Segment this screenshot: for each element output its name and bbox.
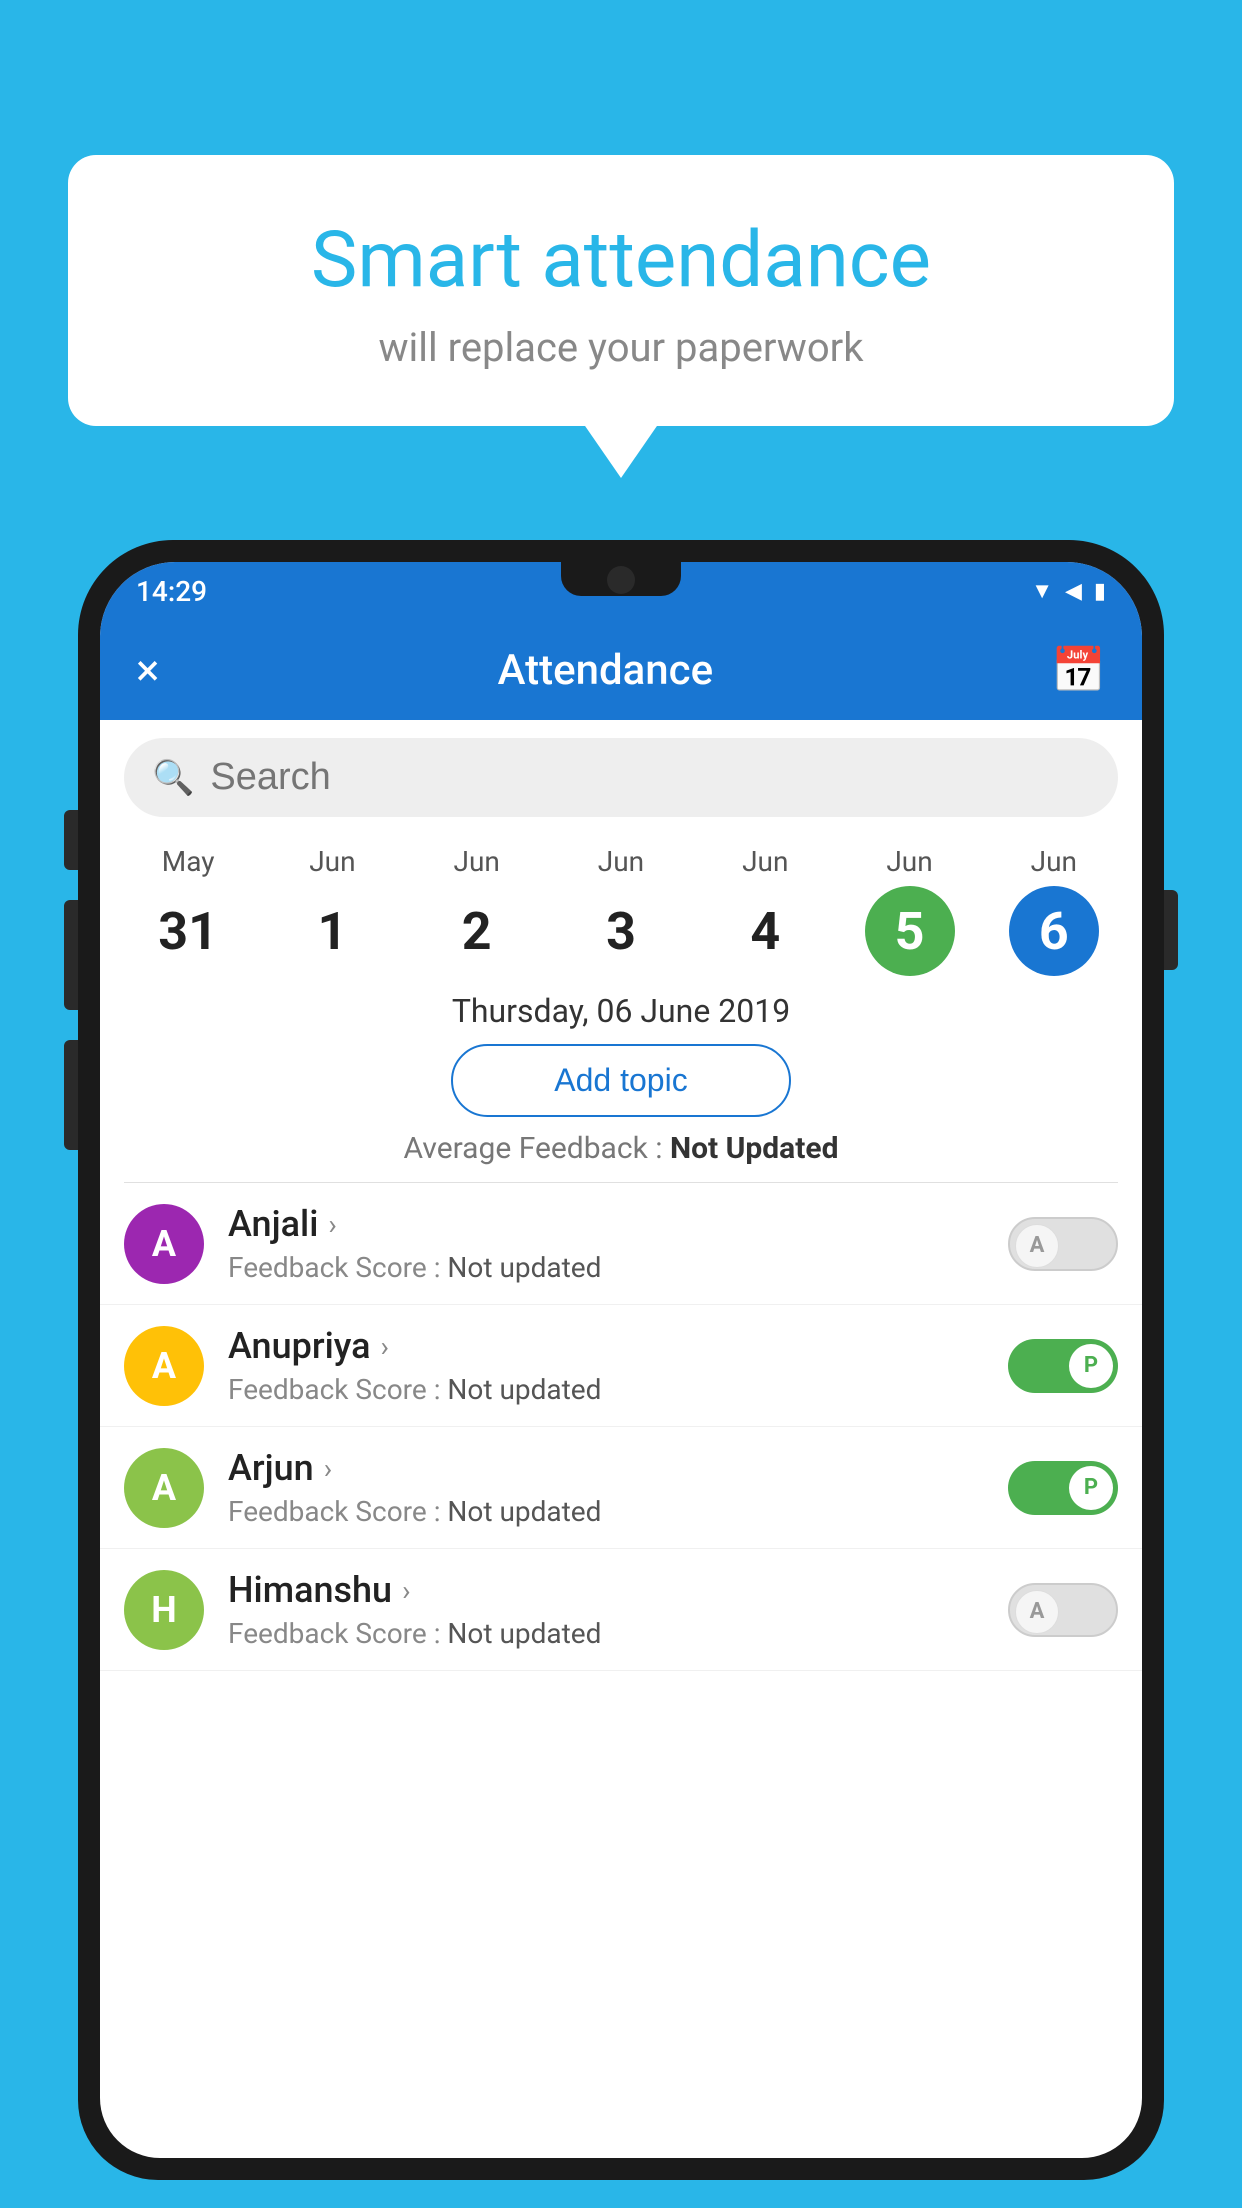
cal-month-label: Jun — [422, 845, 532, 878]
student-name: Himanshu — [228, 1569, 392, 1611]
calendar-day[interactable]: Jun 1 — [277, 845, 387, 976]
status-time: 14:29 — [136, 575, 207, 608]
cal-month-label: May — [133, 845, 243, 878]
cal-month-label: Jun — [999, 845, 1109, 878]
volume-silent-button — [64, 810, 78, 870]
app-bar: × Attendance 📅 — [100, 620, 1142, 720]
speech-title: Smart attendance — [118, 215, 1124, 306]
speech-bubble-container: Smart attendance will replace your paper… — [68, 155, 1174, 426]
chevron-right-icon: › — [381, 1330, 389, 1363]
cal-date-number: 5 — [865, 886, 955, 976]
close-icon[interactable]: × — [136, 644, 159, 696]
student-item[interactable]: AAnjali›Feedback Score : Not updatedA — [100, 1183, 1142, 1305]
feedback-score: Feedback Score : Not updated — [228, 1617, 1008, 1650]
attendance-toggle[interactable]: A — [1008, 1583, 1118, 1637]
average-feedback: Average Feedback : Not Updated — [100, 1131, 1142, 1166]
phone-screen: 14:29 ▼ ◀ ▮ × Attendance 📅 🔍 May31Jun1Ju… — [100, 562, 1142, 2158]
volume-up-button — [64, 900, 78, 1010]
chevron-right-icon: › — [402, 1574, 410, 1607]
student-info: Anupriya › Feedback Score : Not updated — [228, 1325, 1008, 1406]
toggle-knob: P — [1069, 1466, 1113, 1510]
calendar-day[interactable]: Jun 6 — [999, 845, 1109, 976]
student-item[interactable]: H Himanshu › Feedback Score : Not updatedA — [100, 1549, 1142, 1671]
attendance-toggle[interactable]: P — [1008, 1461, 1118, 1515]
student-name: Anjali — [228, 1203, 318, 1245]
calendar-icon[interactable]: 📅 — [1051, 644, 1106, 696]
avg-feedback-value: Not Updated — [670, 1131, 839, 1166]
student-item[interactable]: A Anupriya › Feedback Score : Not updated P — [100, 1305, 1142, 1427]
chevron-right-icon: › — [328, 1208, 336, 1241]
student-avatar: A — [124, 1204, 204, 1284]
toggle-knob: A — [1015, 1590, 1059, 1634]
cal-month-label: Jun — [566, 845, 676, 878]
volume-down-button — [64, 1040, 78, 1150]
cal-month-label: Jun — [277, 845, 387, 878]
cal-date-number: 31 — [143, 886, 233, 976]
cal-month-label: Jun — [855, 845, 965, 878]
student-info: Anjali › Feedback Score : Not updated — [228, 1203, 1008, 1284]
phone-camera — [607, 566, 635, 594]
avg-feedback-label: Average Feedback : — [404, 1131, 670, 1166]
search-bar[interactable]: 🔍 — [124, 738, 1118, 817]
cal-date-number: 6 — [1009, 886, 1099, 976]
wifi-icon: ▼ — [1031, 578, 1053, 604]
student-avatar: H — [124, 1570, 204, 1650]
phone-mockup: 14:29 ▼ ◀ ▮ × Attendance 📅 🔍 May31Jun1Ju… — [78, 540, 1164, 2208]
student-item[interactable]: A Arjun › Feedback Score : Not updated P — [100, 1427, 1142, 1549]
speech-bubble: Smart attendance will replace your paper… — [68, 155, 1174, 426]
cal-date-number: 2 — [432, 886, 522, 976]
student-list: AAnjali›Feedback Score : Not updatedAAAn… — [100, 1183, 1142, 1671]
attendance-toggle[interactable]: P — [1008, 1339, 1118, 1393]
search-icon: 🔍 — [152, 758, 194, 798]
feedback-score: Feedback Score : Not updated — [228, 1495, 1008, 1528]
cal-date-number: 3 — [576, 886, 666, 976]
cal-date-number: 1 — [287, 886, 377, 976]
feedback-score: Feedback Score : Not updated — [228, 1373, 1008, 1406]
calendar-day[interactable]: Jun 5 — [855, 845, 965, 976]
student-info: Arjun › Feedback Score : Not updated — [228, 1447, 1008, 1528]
battery-icon: ▮ — [1094, 579, 1106, 604]
cal-date-number: 4 — [720, 886, 810, 976]
chevron-right-icon: › — [324, 1452, 332, 1485]
status-icons: ▼ ◀ ▮ — [1031, 578, 1106, 604]
student-name: Anupriya — [228, 1325, 371, 1367]
calendar-day[interactable]: Jun 2 — [422, 845, 532, 976]
student-name: Arjun — [228, 1447, 314, 1489]
calendar-day[interactable]: Jun 3 — [566, 845, 676, 976]
student-avatar: A — [124, 1326, 204, 1406]
cal-month-label: Jun — [710, 845, 820, 878]
search-input[interactable] — [210, 756, 1090, 799]
calendar-day[interactable]: Jun 4 — [710, 845, 820, 976]
signal-icon: ◀ — [1065, 579, 1082, 604]
student-avatar: A — [124, 1448, 204, 1528]
feedback-score: Feedback Score : Not updated — [228, 1251, 1008, 1284]
power-button — [1164, 890, 1178, 970]
add-topic-button[interactable]: Add topic — [451, 1044, 791, 1117]
calendar-row: May 31 Jun 1 Jun 2 Jun 3 Jun 4 Jun 5 Jun 6 — [100, 835, 1142, 982]
speech-subtitle: will replace your paperwork — [118, 324, 1124, 371]
phone-outer: 14:29 ▼ ◀ ▮ × Attendance 📅 🔍 May31Jun1Ju… — [78, 540, 1164, 2180]
student-info: Himanshu › Feedback Score : Not updated — [228, 1569, 1008, 1650]
calendar-day[interactable]: May 31 — [133, 845, 243, 976]
selected-date-label: Thursday, 06 June 2019 — [100, 992, 1142, 1030]
attendance-toggle[interactable]: A — [1008, 1217, 1118, 1271]
app-bar-title: Attendance — [498, 646, 713, 695]
toggle-knob: A — [1015, 1224, 1059, 1268]
toggle-knob: P — [1069, 1344, 1113, 1388]
